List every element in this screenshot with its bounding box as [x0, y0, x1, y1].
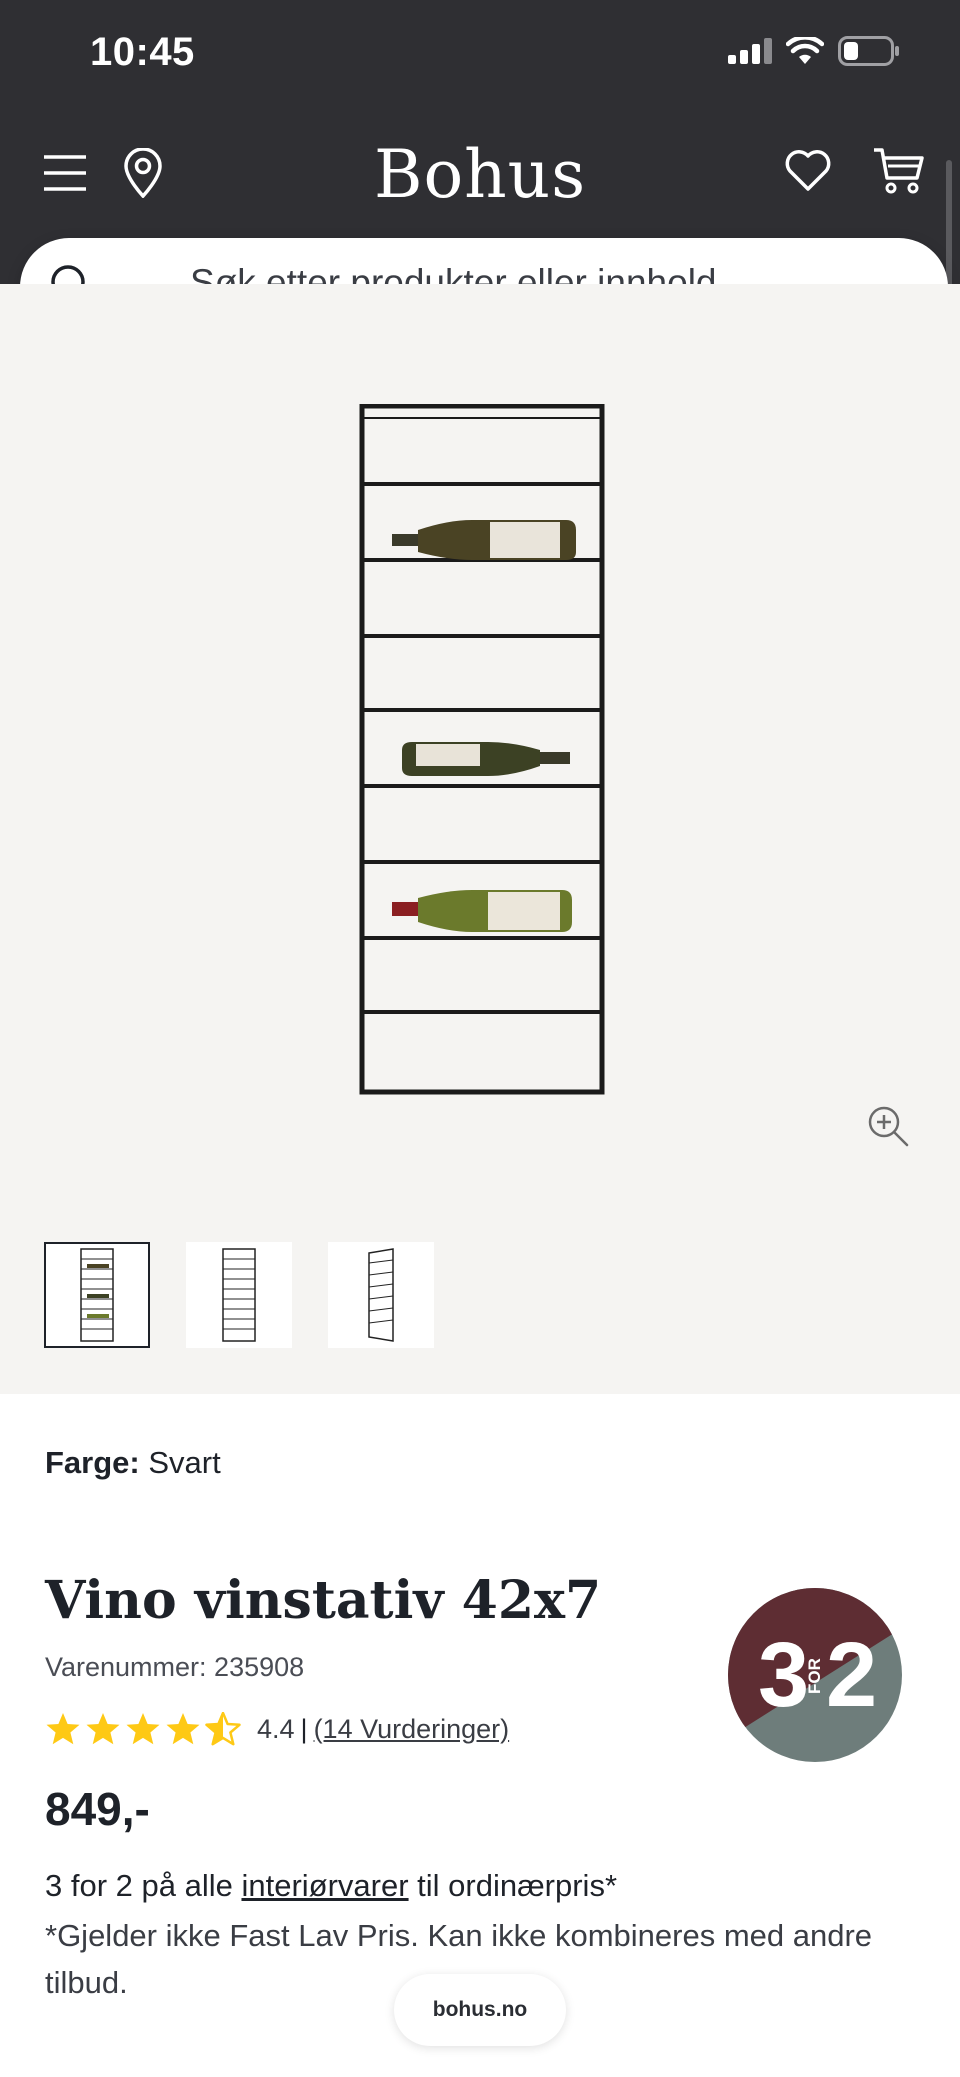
thumbnail-image	[80, 1248, 114, 1342]
badge-for-label: FOR	[805, 1658, 824, 1694]
status-icons	[728, 36, 900, 66]
heart-icon[interactable]	[784, 148, 832, 192]
product-gallery	[0, 284, 960, 1394]
thumbnail-strip	[44, 1242, 434, 1348]
thumbnail-1[interactable]	[44, 1242, 150, 1348]
product-price: 849,-	[45, 1783, 150, 1835]
color-value: Svart	[148, 1445, 221, 1480]
thumbnail-3[interactable]	[328, 1242, 434, 1348]
promo-headline: 3 for 2 på alle interiørvarer til ordinæ…	[45, 1868, 617, 1904]
thumbnail-image	[368, 1248, 394, 1342]
cellular-signal-icon	[728, 38, 772, 64]
thumbnail-image	[222, 1248, 256, 1342]
rating-stars	[45, 1712, 241, 1746]
badge-number-3: 3	[758, 1624, 809, 1726]
star-icon	[46, 1713, 80, 1745]
star-icon	[166, 1713, 200, 1745]
color-label: Farge:	[45, 1445, 140, 1480]
status-time: 10:45	[90, 30, 195, 74]
promo-suffix: til ordinærpris*	[408, 1868, 618, 1903]
product-main-image[interactable]	[340, 404, 620, 1124]
star-icon	[86, 1713, 120, 1745]
zoom-icon[interactable]	[866, 1104, 910, 1148]
color-selector: Farge: Svart	[45, 1445, 221, 1481]
wifi-icon	[786, 37, 824, 64]
thumbnail-2[interactable]	[186, 1242, 292, 1348]
star-icon	[126, 1713, 160, 1745]
header-right-actions	[784, 146, 924, 194]
rating-value: 4.4	[257, 1713, 295, 1744]
promo-prefix: 3 for 2 på alle	[45, 1868, 242, 1903]
promo-category-link[interactable]: interiørvarer	[241, 1868, 408, 1903]
rating-separator: |	[300, 1713, 308, 1744]
cart-icon[interactable]	[872, 146, 924, 194]
product-sku: Varenummer: 235908	[45, 1652, 305, 1682]
product-rating: 4.4 | (14 Vurderinger)	[45, 1712, 509, 1746]
battery-icon	[838, 36, 899, 66]
half-star-icon	[205, 1712, 241, 1746]
three-for-two-badge: 3 FOR 2	[728, 1588, 902, 1762]
badge-number-2: 2	[826, 1624, 877, 1726]
product-title: Vino vinstativ 42x7	[45, 1570, 602, 1631]
browser-url-pill[interactable]: bohus.no	[394, 1974, 566, 2046]
reviews-link[interactable]: (14 Vurderinger)	[314, 1714, 510, 1745]
